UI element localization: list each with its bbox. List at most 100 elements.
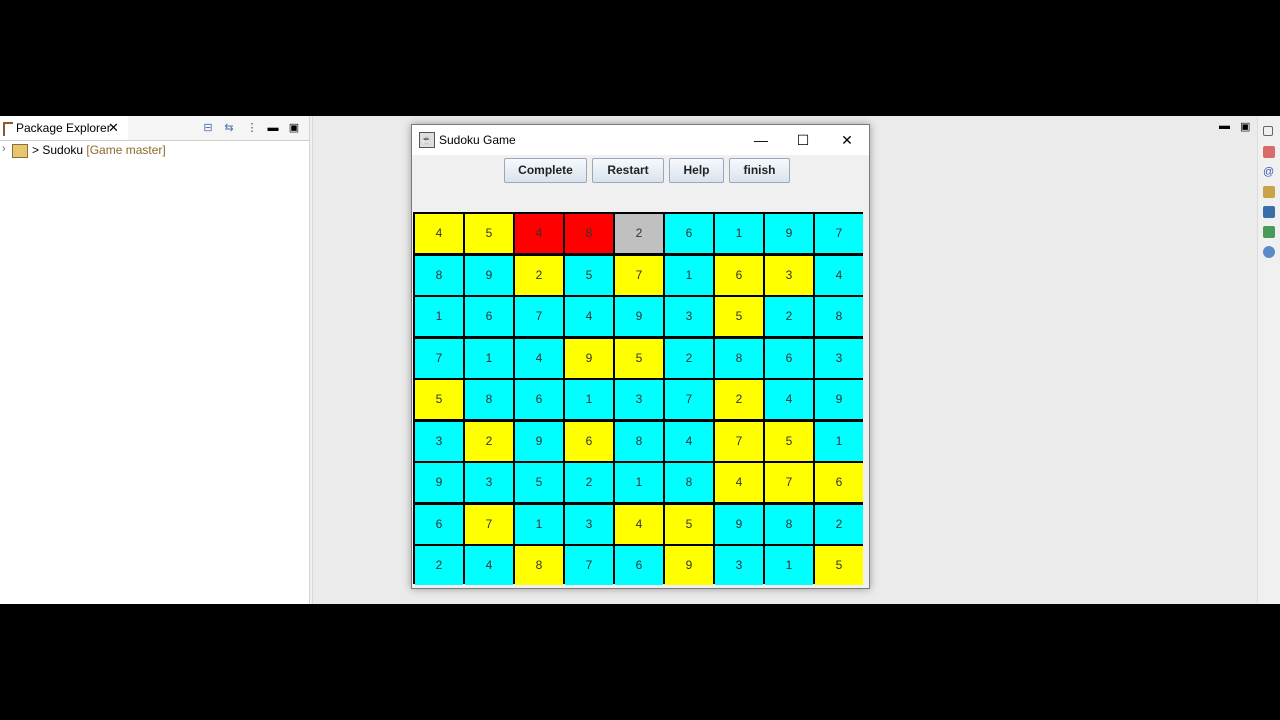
package-explorer-tab[interactable]: Package Explorer ✕ xyxy=(0,116,128,141)
sudoku-cell[interactable]: 5 xyxy=(415,380,463,419)
link-with-editor-icon[interactable]: ⇆ xyxy=(223,122,235,134)
close-button[interactable]: ✕ xyxy=(825,125,869,155)
console-icon[interactable] xyxy=(1263,206,1275,218)
maximize-icon[interactable]: ▣ xyxy=(288,122,300,134)
sudoku-cell[interactable]: 4 xyxy=(815,255,863,295)
finish-button[interactable]: finish xyxy=(729,158,790,183)
sudoku-cell[interactable]: 4 xyxy=(515,338,563,378)
sudoku-cell[interactable]: 4 xyxy=(465,546,513,585)
sudoku-cell[interactable]: 8 xyxy=(615,421,663,461)
close-tab-icon[interactable]: ✕ xyxy=(108,120,119,136)
sudoku-cell[interactable]: 2 xyxy=(765,297,813,336)
sudoku-cell[interactable]: 5 xyxy=(615,338,663,378)
sudoku-cell[interactable]: 7 xyxy=(665,380,713,419)
sudoku-cell[interactable]: 9 xyxy=(515,421,563,461)
problems-icon[interactable] xyxy=(1263,146,1275,158)
javadoc-icon[interactable]: @ xyxy=(1263,166,1275,178)
sudoku-cell[interactable]: 6 xyxy=(565,421,613,461)
minimize-button[interactable]: — xyxy=(739,125,783,155)
sudoku-cell[interactable]: 2 xyxy=(715,380,763,419)
sudoku-cell[interactable]: 1 xyxy=(415,297,463,336)
sudoku-cell[interactable]: 2 xyxy=(415,546,463,585)
sudoku-cell[interactable]: 6 xyxy=(765,338,813,378)
sudoku-cell[interactable]: 1 xyxy=(615,463,663,502)
sudoku-cell[interactable]: 5 xyxy=(815,546,863,585)
sudoku-cell[interactable]: 8 xyxy=(715,338,763,378)
sudoku-cell[interactable]: 2 xyxy=(615,214,663,253)
sudoku-cell[interactable]: 6 xyxy=(465,297,513,336)
sudoku-cell[interactable]: 4 xyxy=(565,297,613,336)
sudoku-cell[interactable]: 5 xyxy=(715,297,763,336)
sudoku-cell[interactable]: 8 xyxy=(665,463,713,502)
editor-maximize-icon[interactable]: ▣ xyxy=(1240,120,1250,133)
sudoku-cell[interactable]: 5 xyxy=(765,421,813,461)
view-menu-icon[interactable]: ⋮ xyxy=(246,122,258,134)
sudoku-cell[interactable]: 3 xyxy=(815,338,863,378)
help-button[interactable]: Help xyxy=(669,158,724,183)
sudoku-cell[interactable]: 3 xyxy=(415,421,463,461)
sudoku-cell[interactable]: 3 xyxy=(765,255,813,295)
sudoku-cell[interactable]: 2 xyxy=(465,421,513,461)
sudoku-cell[interactable]: 1 xyxy=(715,214,763,253)
sudoku-cell[interactable]: 6 xyxy=(515,380,563,419)
sudoku-cell[interactable]: 1 xyxy=(765,546,813,585)
sudoku-cell[interactable]: 6 xyxy=(665,214,713,253)
sudoku-cell[interactable]: 6 xyxy=(815,463,863,502)
sudoku-cell[interactable]: 6 xyxy=(415,504,463,544)
complete-button[interactable]: Complete xyxy=(504,158,587,183)
sudoku-cell[interactable]: 3 xyxy=(565,504,613,544)
git-icon[interactable] xyxy=(1263,246,1275,258)
sudoku-cell[interactable]: 8 xyxy=(515,546,563,585)
sudoku-cell[interactable]: 9 xyxy=(715,504,763,544)
restore-icon[interactable] xyxy=(1263,126,1273,136)
sudoku-cell[interactable]: 1 xyxy=(565,380,613,419)
sudoku-cell[interactable]: 5 xyxy=(465,214,513,253)
sudoku-cell[interactable]: 2 xyxy=(815,504,863,544)
sudoku-cell[interactable]: 7 xyxy=(615,255,663,295)
sudoku-cell[interactable]: 3 xyxy=(665,297,713,336)
maximize-button[interactable]: ☐ xyxy=(781,125,825,155)
sudoku-cell[interactable]: 9 xyxy=(665,546,713,585)
debug-icon[interactable] xyxy=(1263,226,1275,238)
sudoku-cell[interactable]: 9 xyxy=(465,255,513,295)
sudoku-cell[interactable]: 9 xyxy=(615,297,663,336)
sudoku-cell[interactable]: 3 xyxy=(715,546,763,585)
sudoku-cell[interactable]: 8 xyxy=(765,504,813,544)
sudoku-cell[interactable]: 5 xyxy=(515,463,563,502)
editor-minimize-icon[interactable]: ▬ xyxy=(1219,120,1230,132)
sudoku-cell[interactable]: 7 xyxy=(465,504,513,544)
sudoku-cell[interactable]: 7 xyxy=(565,546,613,585)
sudoku-cell[interactable]: 6 xyxy=(615,546,663,585)
declaration-icon[interactable] xyxy=(1263,186,1275,198)
expand-icon[interactable]: › xyxy=(2,143,6,155)
sudoku-cell[interactable]: 9 xyxy=(415,463,463,502)
sudoku-cell[interactable]: 1 xyxy=(815,421,863,461)
sudoku-cell[interactable]: 5 xyxy=(665,504,713,544)
sudoku-cell[interactable]: 3 xyxy=(465,463,513,502)
sudoku-cell[interactable]: 6 xyxy=(715,255,763,295)
sudoku-cell[interactable]: 4 xyxy=(715,463,763,502)
sudoku-cell[interactable]: 7 xyxy=(815,214,863,253)
sudoku-cell[interactable]: 9 xyxy=(765,214,813,253)
sudoku-cell[interactable]: 3 xyxy=(615,380,663,419)
sudoku-cell[interactable]: 8 xyxy=(465,380,513,419)
sudoku-cell[interactable]: 2 xyxy=(515,255,563,295)
sudoku-cell[interactable]: 4 xyxy=(665,421,713,461)
sudoku-cell[interactable]: 9 xyxy=(815,380,863,419)
sudoku-cell[interactable]: 1 xyxy=(665,255,713,295)
sudoku-cell[interactable]: 2 xyxy=(565,463,613,502)
sudoku-cell[interactable]: 5 xyxy=(565,255,613,295)
restart-button[interactable]: Restart xyxy=(592,158,664,183)
sudoku-cell[interactable]: 9 xyxy=(565,338,613,378)
sudoku-cell[interactable]: 8 xyxy=(815,297,863,336)
sudoku-cell[interactable]: 4 xyxy=(765,380,813,419)
sudoku-cell[interactable]: 8 xyxy=(565,214,613,253)
sudoku-cell[interactable]: 7 xyxy=(415,338,463,378)
sudoku-cell[interactable]: 7 xyxy=(765,463,813,502)
sudoku-cell[interactable]: 4 xyxy=(615,504,663,544)
minimize-icon[interactable]: ▬ xyxy=(267,122,279,134)
sudoku-cell[interactable]: 4 xyxy=(515,214,563,253)
sudoku-cell[interactable]: 1 xyxy=(515,504,563,544)
sudoku-cell[interactable]: 1 xyxy=(465,338,513,378)
sudoku-cell[interactable]: 7 xyxy=(515,297,563,336)
